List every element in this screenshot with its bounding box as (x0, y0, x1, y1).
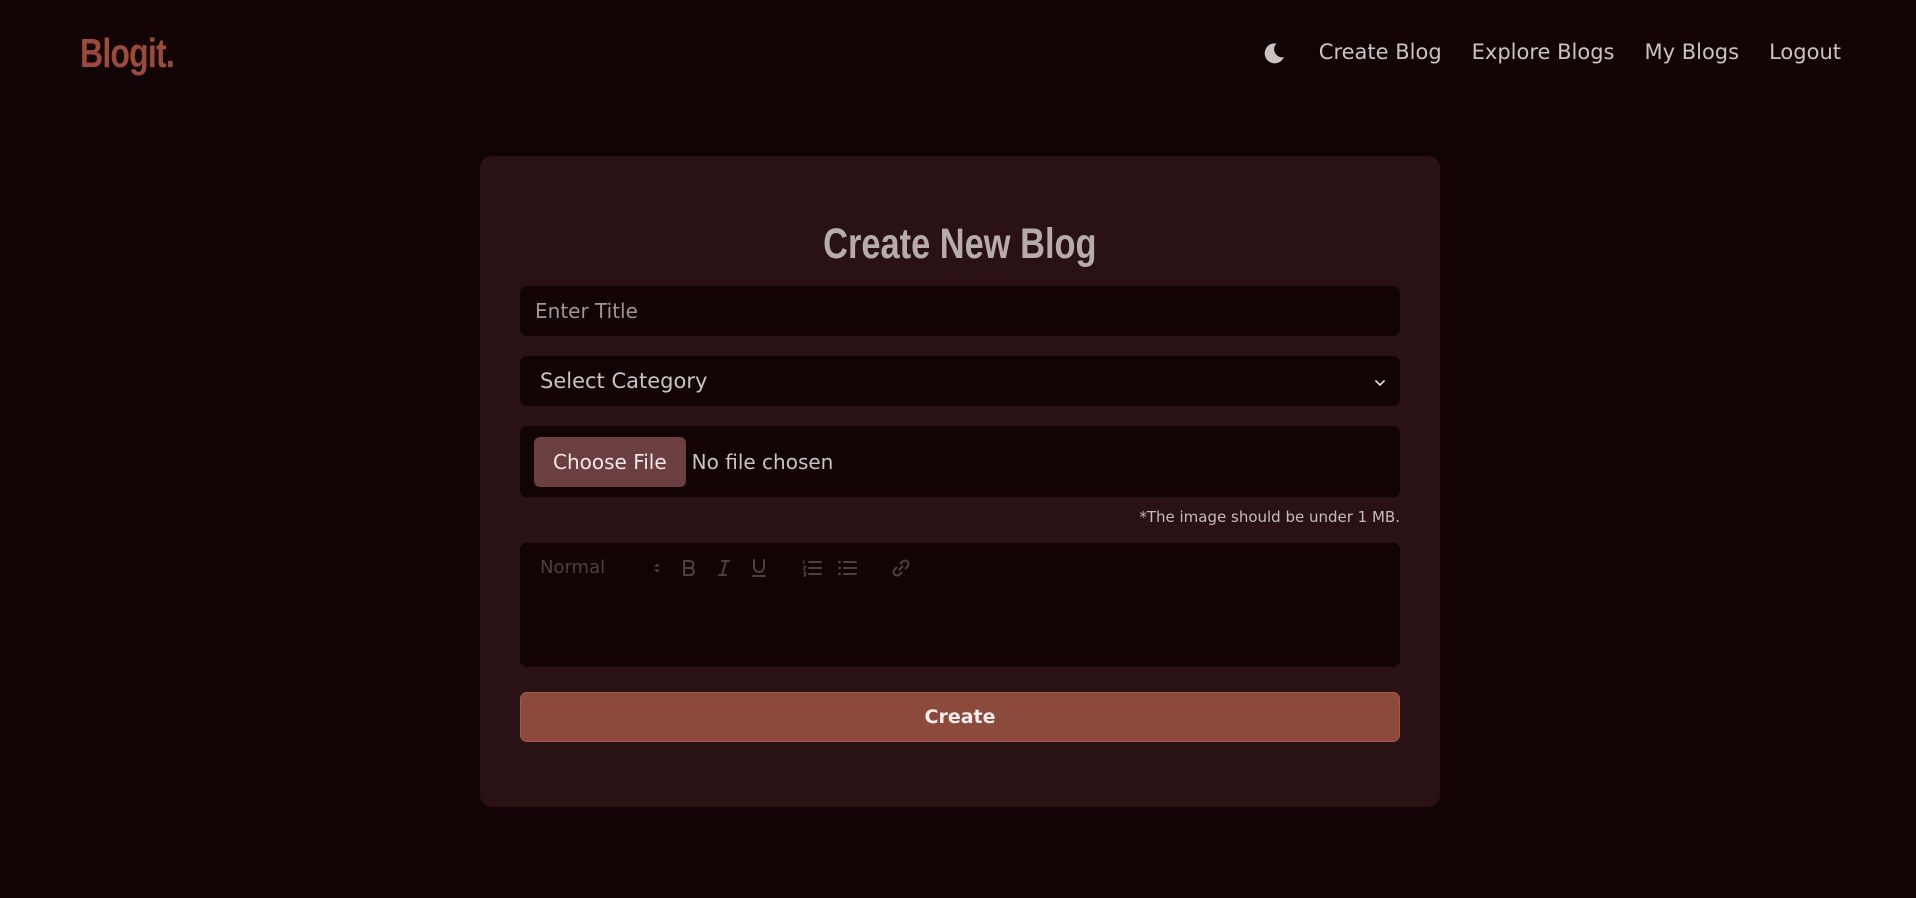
editor-toolbar: Normal (520, 543, 1400, 593)
category-select[interactable]: Select Category (520, 356, 1400, 406)
file-input: Choose File No file chosen (520, 426, 1400, 497)
link-icon[interactable] (891, 558, 911, 578)
up-down-arrows-icon (652, 561, 662, 575)
moon-icon[interactable] (1261, 40, 1287, 66)
nav-link-explore-blogs[interactable]: Explore Blogs (1472, 36, 1615, 68)
bullet-list-icon[interactable] (837, 559, 857, 577)
bold-icon[interactable] (680, 558, 698, 578)
chevron-down-icon (1374, 374, 1386, 386)
nav-link-my-blogs[interactable]: My Blogs (1645, 36, 1740, 68)
category-select-value: Select Category (540, 369, 708, 393)
italic-icon[interactable] (715, 558, 733, 578)
choose-file-button[interactable]: Choose File (534, 436, 686, 487)
heading-select[interactable]: Normal (540, 557, 660, 579)
nav-link-logout[interactable]: Logout (1769, 36, 1841, 68)
rich-text-editor: Normal (520, 543, 1400, 667)
page-title-text: Create New Blog (823, 220, 1097, 268)
ordered-list-icon[interactable] (802, 559, 822, 577)
navbar: Blogit. Create Blog Explore Blogs My Blo… (0, 0, 1916, 104)
page-title: Create New Blog (480, 216, 1440, 272)
file-size-hint: *The image should be under 1 MB. (1139, 508, 1400, 526)
create-blog-card: Create New Blog Select Category Choose F… (480, 156, 1440, 807)
create-button[interactable]: Create (520, 692, 1400, 742)
editor-content-area[interactable] (520, 593, 1400, 667)
nav-link-create-blog[interactable]: Create Blog (1319, 36, 1442, 68)
logo[interactable]: Blogit. (80, 30, 175, 76)
nav-links: Create Blog Explore Blogs My Blogs Logou… (1319, 36, 1841, 68)
heading-select-value: Normal (540, 557, 606, 578)
title-input[interactable] (520, 286, 1400, 336)
underline-icon[interactable] (750, 558, 768, 578)
file-status: No file chosen (691, 449, 834, 474)
